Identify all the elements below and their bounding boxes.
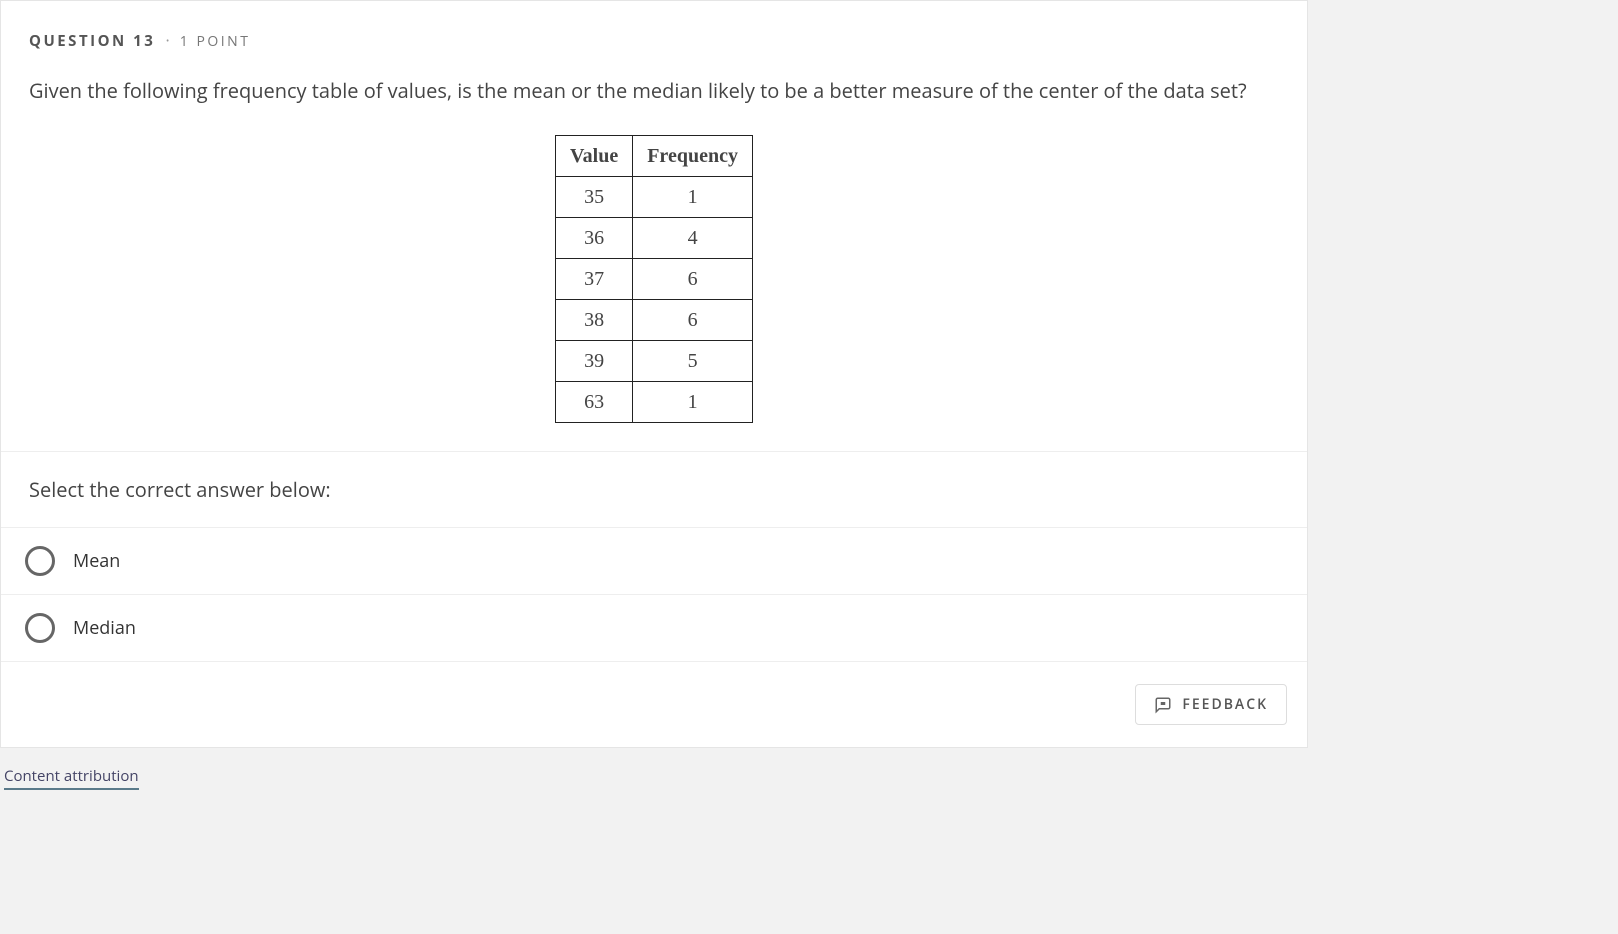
table-header-value: Value bbox=[556, 136, 633, 177]
chat-icon bbox=[1154, 696, 1172, 714]
table-cell-value: 36 bbox=[556, 218, 633, 259]
table-cell-freq: 1 bbox=[633, 177, 753, 218]
card-footer: FEEDBACK bbox=[1, 662, 1307, 747]
table-cell-freq: 6 bbox=[633, 259, 753, 300]
table-row: 63 1 bbox=[556, 382, 753, 423]
table-cell-value: 38 bbox=[556, 300, 633, 341]
question-number-label: QUESTION 13 bbox=[29, 31, 155, 51]
question-card: QUESTION 13 · 1 POINT Given the followin… bbox=[0, 0, 1308, 748]
separator-dot: · bbox=[165, 29, 169, 51]
table-row: 37 6 bbox=[556, 259, 753, 300]
radio-icon bbox=[25, 546, 55, 576]
table-cell-value: 37 bbox=[556, 259, 633, 300]
table-row: 35 1 bbox=[556, 177, 753, 218]
table-row: 36 4 bbox=[556, 218, 753, 259]
table-cell-freq: 6 bbox=[633, 300, 753, 341]
table-row: 38 6 bbox=[556, 300, 753, 341]
option-mean[interactable]: Mean bbox=[1, 528, 1307, 595]
radio-icon bbox=[25, 613, 55, 643]
table-cell-freq: 5 bbox=[633, 341, 753, 382]
question-body: Given the following frequency table of v… bbox=[1, 51, 1307, 452]
feedback-button[interactable]: FEEDBACK bbox=[1135, 684, 1287, 725]
option-median[interactable]: Median bbox=[1, 595, 1307, 662]
content-attribution-link[interactable]: Content attribution bbox=[4, 766, 139, 790]
table-cell-freq: 4 bbox=[633, 218, 753, 259]
feedback-label: FEEDBACK bbox=[1182, 695, 1268, 714]
question-header: QUESTION 13 · 1 POINT bbox=[1, 1, 1307, 51]
option-label: Mean bbox=[73, 549, 120, 573]
table-row: 39 5 bbox=[556, 341, 753, 382]
table-cell-value: 35 bbox=[556, 177, 633, 218]
table-cell-value: 63 bbox=[556, 382, 633, 423]
question-points-label: 1 POINT bbox=[180, 32, 251, 51]
question-prompt: Given the following frequency table of v… bbox=[29, 75, 1279, 107]
table-cell-value: 39 bbox=[556, 341, 633, 382]
frequency-table: Value Frequency 35 1 36 4 37 6 38 bbox=[555, 135, 753, 423]
select-prompt: Select the correct answer below: bbox=[1, 452, 1307, 528]
table-header-frequency: Frequency bbox=[633, 136, 753, 177]
table-cell-freq: 1 bbox=[633, 382, 753, 423]
option-label: Median bbox=[73, 616, 136, 640]
table-header-row: Value Frequency bbox=[556, 136, 753, 177]
